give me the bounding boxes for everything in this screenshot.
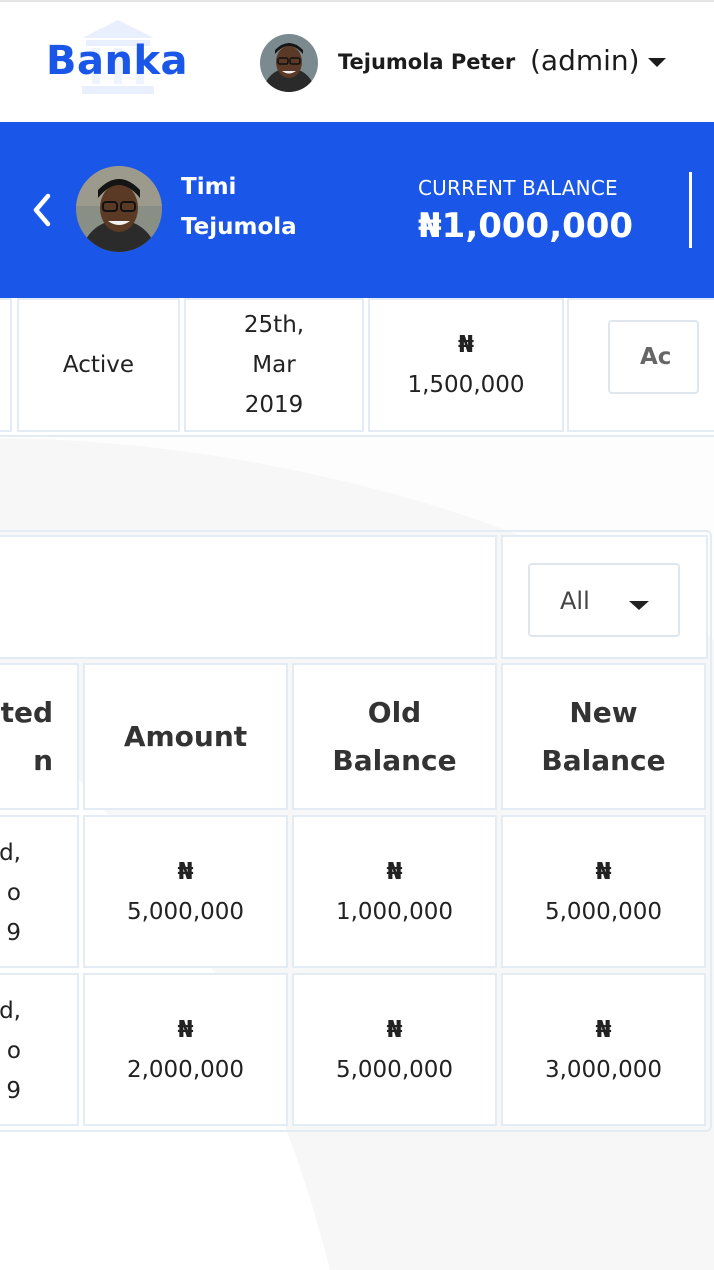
- naira-sign: ₦: [177, 858, 194, 885]
- account-date-line3: 2019: [244, 392, 304, 418]
- th-old-balance: Old Balance: [292, 663, 497, 810]
- client-photo: [76, 166, 162, 252]
- row2-date-line2: o: [6, 1038, 21, 1064]
- transactions-toolbar: [0, 535, 497, 659]
- th-date: ted n: [0, 663, 79, 810]
- row1-date-line3: 9: [6, 920, 21, 946]
- th-new-balance-line1: New: [569, 695, 638, 729]
- caret-down-icon[interactable]: [648, 58, 666, 67]
- caret-down-icon: [629, 601, 649, 610]
- table-row-1-amount: ₦ 5,000,000: [83, 815, 288, 968]
- client-last-name: Tejumola: [181, 214, 297, 240]
- table-row-1-new-balance: ₦ 5,000,000: [501, 815, 706, 968]
- naira-sign: ₦: [177, 1016, 194, 1043]
- account-status-cell: Active: [17, 298, 180, 432]
- client-first-name: Timi: [181, 174, 237, 200]
- table-row-2-old-balance: ₦ 5,000,000: [292, 973, 497, 1126]
- table-row-2-date: d, o 9: [0, 973, 79, 1126]
- account-date-line2: Mar: [252, 352, 296, 378]
- account-amount-cell: ₦ 1,500,000: [368, 298, 564, 432]
- current-balance-label: CURRENT BALANCE: [418, 176, 618, 200]
- table-row-2-new-balance: ₦ 3,000,000: [501, 973, 706, 1126]
- naira-sign: ₦: [386, 1016, 403, 1043]
- avatar-photo: [260, 34, 318, 92]
- row1-new-balance: 5,000,000: [544, 898, 663, 925]
- th-amount: Amount: [83, 663, 288, 810]
- user-avatar[interactable]: [260, 34, 318, 92]
- naira-sign: ₦: [595, 1016, 612, 1043]
- banner-divider: [689, 172, 692, 248]
- naira-sign: ₦: [386, 858, 403, 885]
- account-amount: 1,500,000: [407, 372, 525, 398]
- user-name[interactable]: Tejumola Peter: [338, 50, 515, 74]
- filter-value: All: [560, 587, 590, 615]
- table-row-1-old-balance: ₦ 1,000,000: [292, 815, 497, 968]
- row1-date-line2: o: [6, 880, 21, 906]
- table-row-1-date: d, o 9: [0, 815, 79, 968]
- account-date-cell: 25th, Mar 2019: [184, 298, 364, 432]
- brand-logo[interactable]: Banka: [46, 20, 196, 100]
- account-info-row: Active 25th, Mar 2019 ₦ 1,500,000 Ac: [0, 298, 714, 438]
- top-navbar: Banka Tejumola Peter (admin): [0, 0, 714, 122]
- account-date-line1: 25th,: [243, 312, 305, 338]
- client-avatar: [76, 166, 162, 252]
- table-row-2-amount: ₦ 2,000,000: [83, 973, 288, 1126]
- th-date-line1: ted: [0, 696, 53, 729]
- account-status: Active: [62, 352, 135, 378]
- row1-amount: 5,000,000: [126, 898, 245, 925]
- account-action-button[interactable]: Ac: [608, 320, 699, 394]
- row2-date-line3: 9: [6, 1078, 21, 1104]
- row2-new-balance: 3,000,000: [544, 1056, 663, 1083]
- row2-date-line1: d,: [0, 998, 21, 1024]
- info-cell-cut: [0, 298, 12, 432]
- th-old-balance-line1: Old: [367, 695, 422, 729]
- current-balance-value: ₦1,000,000: [418, 206, 634, 246]
- naira-sign: ₦: [595, 858, 612, 885]
- chevron-left-icon[interactable]: [26, 188, 62, 232]
- user-role[interactable]: (admin): [530, 44, 640, 77]
- th-date-line2: n: [33, 744, 53, 777]
- th-amount-label: Amount: [123, 719, 248, 753]
- row2-old-balance: 5,000,000: [335, 1056, 454, 1083]
- account-action-label: Ac: [640, 344, 672, 370]
- th-new-balance-line2: Balance: [541, 743, 666, 777]
- brand-name: Banka: [46, 38, 189, 84]
- th-old-balance-line2: Balance: [332, 743, 457, 777]
- row1-old-balance: 1,000,000: [335, 898, 454, 925]
- row1-date-line1: d,: [0, 840, 21, 866]
- naira-sign: ₦: [457, 332, 474, 358]
- row2-amount: 2,000,000: [126, 1056, 245, 1083]
- client-banner: Timi Tejumola CURRENT BALANCE ₦1,000,000: [0, 122, 714, 298]
- info-row-divider: [0, 435, 714, 437]
- transaction-filter-select[interactable]: All: [528, 563, 680, 637]
- th-new-balance: New Balance: [501, 663, 706, 810]
